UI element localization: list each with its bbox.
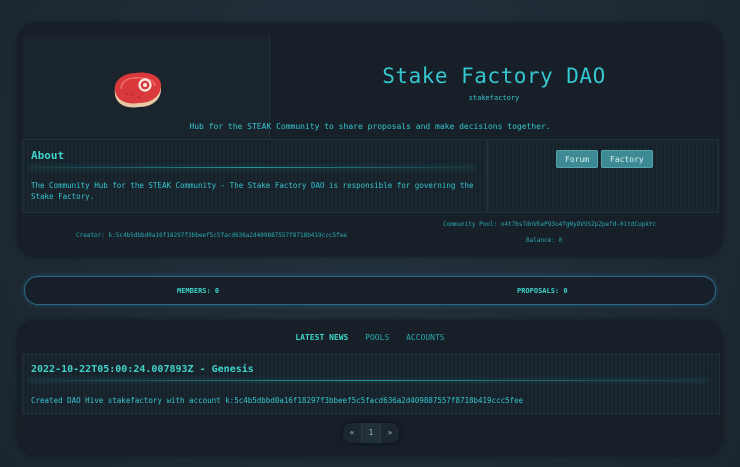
proposals-count: PROPOSALS: 0: [517, 287, 568, 295]
news-card: LATEST NEWS POOLS ACCOUNTS 2022-10-22T05…: [19, 321, 721, 455]
tab-pools[interactable]: POOLS: [365, 333, 389, 342]
divider: [29, 167, 476, 168]
factory-button[interactable]: Factory: [601, 150, 653, 168]
links-panel: Forum Factory: [487, 139, 719, 213]
divider: [29, 380, 709, 381]
tab-latest-news[interactable]: LATEST NEWS: [295, 333, 348, 342]
next-page-button[interactable]: »: [381, 423, 399, 443]
pagination: « 1 »: [343, 423, 399, 443]
stats-bar: MEMBERS: 0 PROPOSALS: 0: [24, 276, 716, 305]
creator-address: Creator: k:5c4b5dbbd0a16f18297f3bbeef5c5…: [76, 232, 347, 239]
balance: Balance: 0: [526, 237, 563, 244]
about-heading: About: [31, 149, 65, 162]
about-text: The Community Hub for the STEAK Communit…: [31, 181, 474, 201]
forum-button[interactable]: Forum: [556, 150, 599, 168]
news-item: 2022-10-22T05:00:24.007893Z - Genesis Cr…: [22, 354, 720, 414]
dao-slug: stakefactory: [468, 94, 520, 102]
tab-accounts[interactable]: ACCOUNTS: [406, 333, 445, 342]
header-card: Stake Factory DAO stakefactory Hub for t…: [19, 24, 721, 256]
tagline: Hub for the STEAK Community to share pro…: [189, 122, 551, 131]
page-1-button[interactable]: 1: [361, 423, 381, 443]
about-panel: About The Community Hub for the STEAK Co…: [22, 139, 487, 213]
prev-page-button[interactable]: «: [343, 423, 361, 443]
news-body: Created DAO Hive stakefactory with accou…: [31, 396, 524, 405]
members-count: MEMBERS: 0: [177, 287, 220, 295]
page-title: Stake Factory DAO: [382, 64, 606, 88]
news-title: 2022-10-22T05:00:24.007893Z - Genesis: [31, 364, 254, 375]
steak-icon: [114, 72, 161, 108]
community-pool: Community Pool: o4t7bsTdnVEeP93o4fgNyDVV…: [443, 221, 657, 228]
tab-bar: LATEST NEWS POOLS ACCOUNTS: [19, 333, 721, 342]
